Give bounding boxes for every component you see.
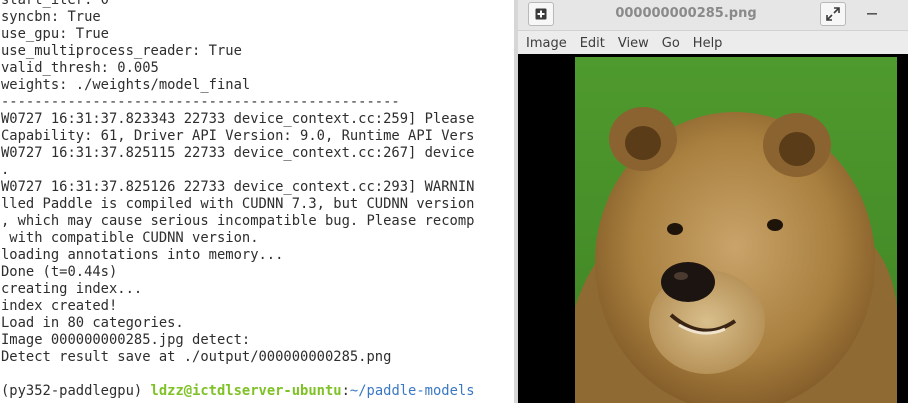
- image-canvas[interactable]: [518, 54, 908, 403]
- menu-go[interactable]: Go: [662, 36, 680, 51]
- window-menu-button[interactable]: [528, 2, 554, 26]
- terminal-line: lled Paddle is compiled with CUDNN 7.3, …: [1, 196, 475, 212]
- terminal-line: Image 000000000285.jpg detect:: [1, 332, 251, 348]
- terminal-line: , which may cause serious incompatible b…: [1, 213, 475, 229]
- fullscreen-button[interactable]: [820, 2, 846, 26]
- bear-photo: [575, 57, 897, 403]
- prompt-user-host: ldzz@ictdlserver-ubuntu: [150, 383, 342, 399]
- terminal-line: creating index...: [1, 281, 143, 297]
- terminal-line: loading annotations into memory...: [1, 247, 284, 263]
- minus-icon: [867, 13, 877, 15]
- terminal-line: Load in 80 categories.: [1, 315, 184, 331]
- terminal-line: weights: ./weights/model_final: [1, 77, 251, 93]
- viewer-titlebar[interactable]: 000000000285.png: [518, 0, 908, 31]
- terminal-line: Done (t=0.44s): [1, 264, 118, 280]
- prompt-path: ~/paddle-models: [349, 383, 475, 399]
- terminal-line: W0727 16:31:37.825126 22733 device_conte…: [1, 179, 475, 195]
- terminal-line: .: [1, 162, 10, 178]
- prompt-env: (py352-paddlegpu): [1, 383, 151, 399]
- plus-square-icon: [535, 8, 547, 20]
- terminal-line: with compatible CUDNN version.: [1, 230, 259, 246]
- terminal-line: index created!: [1, 298, 118, 314]
- terminal-line: Detect result save at ./output/000000000…: [1, 349, 392, 365]
- window-title: 000000000285.png: [615, 6, 757, 21]
- prompt-separator: :: [341, 383, 350, 399]
- terminal-window[interactable]: start_iter: 0 syncbn: True use_gpu: True…: [0, 0, 514, 403]
- terminal-line: start_iter: 0: [1, 0, 109, 8]
- terminal-line: use_multiprocess_reader: True: [1, 43, 242, 59]
- image-viewer-window[interactable]: 000000000285.png Image Edit View Go Help: [518, 0, 908, 403]
- terminal-line: W0727 16:31:37.823343 22733 device_conte…: [1, 111, 475, 127]
- menu-image[interactable]: Image: [526, 36, 567, 51]
- terminal-prompt[interactable]: (py352-paddlegpu) ldzz@ictdlserver-ubunt…: [1, 383, 514, 400]
- terminal-line: use_gpu: True: [1, 26, 109, 42]
- menu-help[interactable]: Help: [693, 36, 723, 51]
- expand-arrows-icon: [826, 7, 840, 21]
- menu-edit[interactable]: Edit: [580, 36, 605, 51]
- terminal-output: start_iter: 0 syncbn: True use_gpu: True…: [1, 0, 514, 400]
- menu-view[interactable]: View: [618, 36, 649, 51]
- minimize-button[interactable]: [859, 2, 885, 26]
- terminal-line: Capability: 61, Driver API Version: 9.0,…: [1, 128, 475, 144]
- terminal-line: ----------------------------------------…: [1, 94, 400, 110]
- terminal-line: syncbn: True: [1, 9, 101, 25]
- viewer-menubar: Image Edit View Go Help: [518, 32, 908, 54]
- terminal-line: W0727 16:31:37.825115 22733 device_conte…: [1, 145, 475, 161]
- terminal-line: valid_thresh: 0.005: [1, 60, 159, 76]
